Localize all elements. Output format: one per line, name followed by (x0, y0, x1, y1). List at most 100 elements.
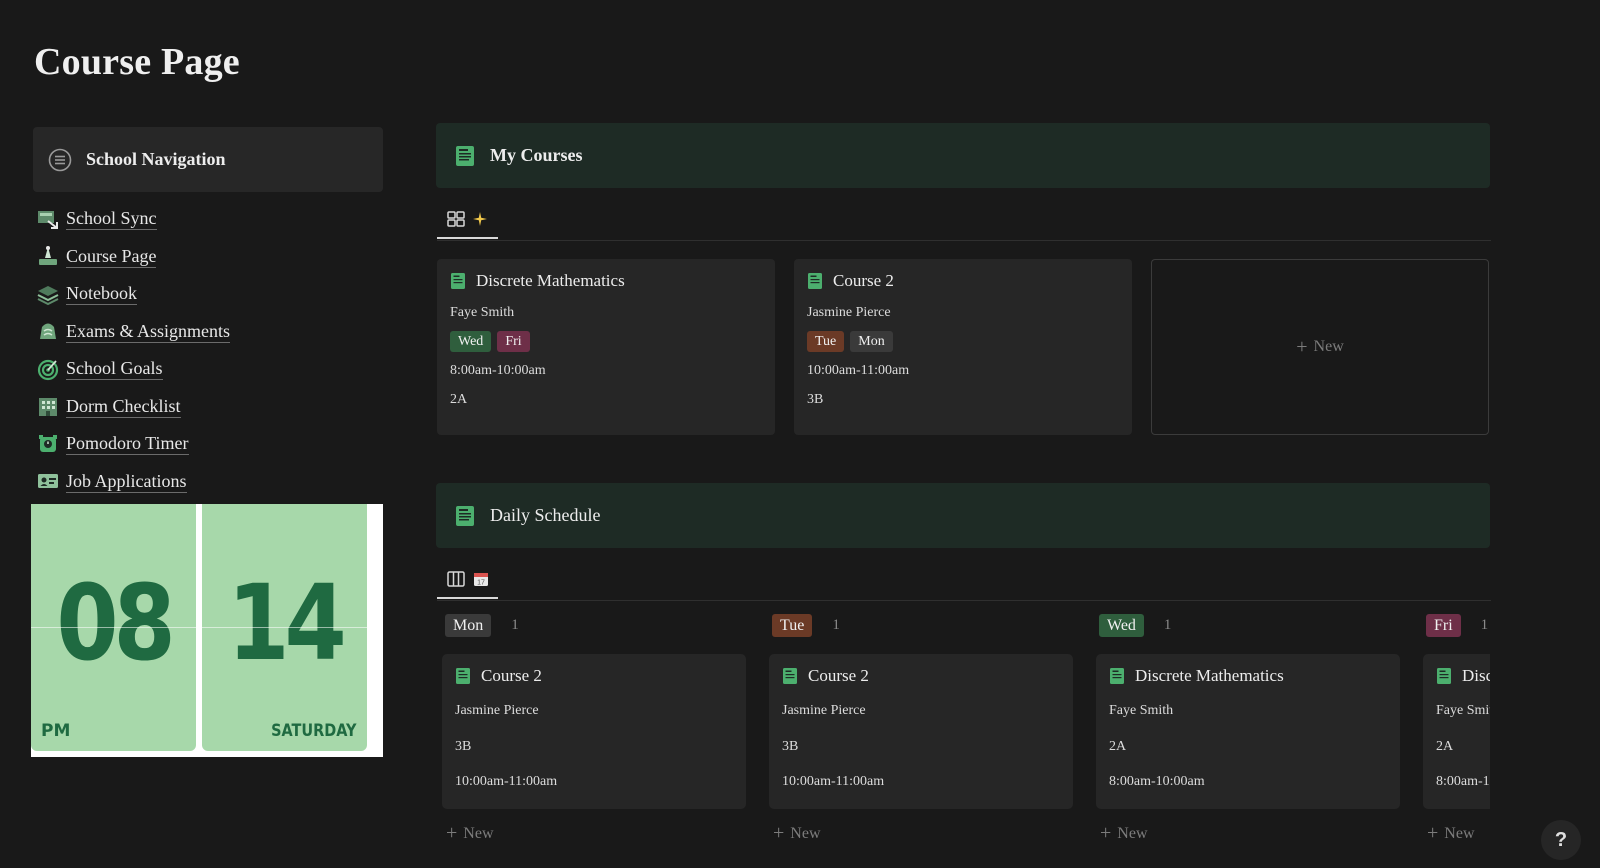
course-room: 2A (1436, 739, 1454, 754)
calendar-icon: 17 (474, 572, 488, 586)
sidebar-item-notebook[interactable]: Notebook (36, 275, 376, 313)
day-tag: Wed (1099, 613, 1144, 637)
course-time: 10:00am-11:00am (782, 774, 885, 789)
course-card[interactable]: Discrete Mathematics Faye Smith Wed Fri … (437, 259, 775, 435)
schedule-card[interactable]: Course 2 Jasmine Pierce 3B 10:00am-11:00… (442, 654, 746, 809)
list-icon (48, 148, 72, 171)
target-icon (36, 357, 60, 381)
course-time: 10:00am-11:00am (455, 774, 558, 789)
board-icon (447, 570, 465, 587)
course-days: Wed Fri (450, 331, 762, 352)
column-header: Mon 1 (445, 612, 741, 638)
course-professor: Faye Smith (1109, 703, 1174, 718)
sidebar-item-school-sync[interactable]: School Sync (36, 200, 376, 238)
sidebar-header-label: School Navigation (86, 149, 226, 169)
building-icon (36, 394, 60, 418)
course-professor: Jasmine Pierce (782, 703, 866, 718)
clock-day: SATURDAY (271, 721, 357, 741)
clock-period: PM (41, 721, 71, 741)
course-card[interactable]: Course 2 Jasmine Pierce Tue Mon 10:00am-… (794, 259, 1132, 435)
column-header: Wed 1 (1099, 612, 1395, 638)
day-tag: Mon (850, 331, 893, 352)
new-card-button[interactable]: + New (446, 822, 494, 845)
course-time: 8:00am-10:00am (1109, 774, 1205, 789)
course-title: Discrete Mathematics (476, 271, 625, 290)
board-column-fri: Fri 1 Discrete Mathematics Faye Smith 2A… (1418, 612, 1490, 844)
course-time: 8:00am-10:00am (450, 363, 546, 378)
clock-minutes: 14 (227, 562, 346, 684)
notebook-icon (36, 282, 60, 306)
new-label: New (790, 824, 821, 842)
sidebar-item-label: Course Page (66, 245, 157, 268)
sidebar-item-course-page[interactable]: Course Page (36, 238, 376, 276)
day-tag: Wed (450, 331, 492, 352)
daily-schedule-view-tabs: 17 (437, 560, 1491, 601)
course-professor: Faye Smith (450, 305, 515, 320)
day-tag: Mon (445, 613, 492, 637)
book-icon (1110, 668, 1124, 684)
book-icon (1437, 668, 1451, 684)
board-view-tab[interactable]: 17 (437, 560, 498, 599)
new-label: New (1444, 824, 1475, 842)
plus-icon: + (1100, 822, 1112, 844)
sidebar-item-label: Pomodoro Timer (66, 433, 189, 456)
tile-divider (31, 627, 196, 628)
course-title: Discrete Mathematics (1462, 666, 1490, 685)
schedule-card[interactable]: Course 2 Jasmine Pierce 3B 10:00am-11:00… (769, 654, 1073, 809)
sidebar-item-pomodoro-timer[interactable]: Pomodoro Timer (36, 425, 376, 463)
sidebar-item-job-applications[interactable]: Job Applications (36, 463, 376, 501)
course-card-title: Course 2 (455, 666, 733, 686)
sidebar-item-school-goals[interactable]: School Goals (36, 350, 376, 388)
course-title: Course 2 (481, 666, 542, 685)
plus-icon: + (773, 822, 785, 844)
my-courses-header[interactable]: My Courses (436, 123, 1490, 188)
brain-icon (36, 319, 60, 343)
column-count: 1 (1480, 616, 1489, 633)
course-room: 3B (807, 392, 824, 407)
schedule-card[interactable]: Discrete Mathematics Faye Smith 2A 8:00a… (1096, 654, 1400, 809)
course-room: 3B (782, 739, 799, 754)
sidebar-item-label: Job Applications (66, 470, 187, 493)
board-column-tue: Tue 1 Course 2 Jasmine Pierce 3B 10:00am… (764, 612, 1073, 844)
course-title: Course 2 (833, 271, 894, 290)
course-title: Discrete Mathematics (1135, 666, 1284, 685)
course-card-title: Course 2 (807, 271, 1119, 291)
sidebar-item-exams-assignments[interactable]: Exams & Assignments (36, 313, 376, 351)
help-button[interactable]: ? (1541, 820, 1581, 860)
column-header: Fri 1 (1426, 612, 1490, 638)
course-card-title: Course 2 (782, 666, 1060, 686)
course-room: 3B (455, 739, 472, 754)
section-title: My Courses (490, 145, 583, 165)
clock-minutes-tile: 14 SATURDAY (202, 504, 367, 751)
course-professor: Jasmine Pierce (455, 703, 539, 718)
course-days: Tue Mon (807, 331, 1119, 352)
new-card-button[interactable]: + New (773, 822, 821, 845)
course-time: 10:00am-11:00am (807, 363, 910, 378)
plus-icon: + (1296, 335, 1308, 358)
new-course-button[interactable]: + New (1151, 259, 1489, 435)
school-navigation-header[interactable]: School Navigation (33, 127, 383, 192)
sidebar-item-label: Exams & Assignments (66, 320, 231, 343)
schedule-card[interactable]: Discrete Mathematics Faye Smith 2A 8:00a… (1423, 654, 1490, 809)
column-header: Tue 1 (772, 612, 1068, 638)
day-tag: Tue (807, 331, 845, 352)
section-title: Daily Schedule (490, 505, 601, 525)
schedule-board: Mon 1 Course 2 Jasmine Pierce 3B 10:00am… (437, 612, 1490, 852)
flip-clock-widget: 08 PM 14 SATURDAY (31, 504, 383, 757)
new-label: New (1313, 338, 1344, 355)
board-column-mon: Mon 1 Course 2 Jasmine Pierce 3B 10:00am… (437, 612, 746, 844)
course-room: 2A (1109, 739, 1127, 754)
sidebar-item-dorm-checklist[interactable]: Dorm Checklist (36, 388, 376, 426)
new-card-button[interactable]: + New (1100, 822, 1148, 845)
day-tag: Fri (497, 331, 530, 352)
course-title: Course 2 (808, 666, 869, 685)
course-professor: Faye Smith (1436, 703, 1490, 718)
tile-divider (202, 627, 367, 628)
daily-schedule-header[interactable]: Daily Schedule (436, 483, 1490, 548)
column-count: 1 (511, 616, 519, 633)
gallery-view-tab[interactable] (437, 200, 498, 239)
book-icon (783, 668, 797, 684)
gallery-icon (447, 210, 465, 227)
new-card-button[interactable]: + New (1427, 822, 1475, 845)
column-count: 1 (832, 616, 840, 633)
